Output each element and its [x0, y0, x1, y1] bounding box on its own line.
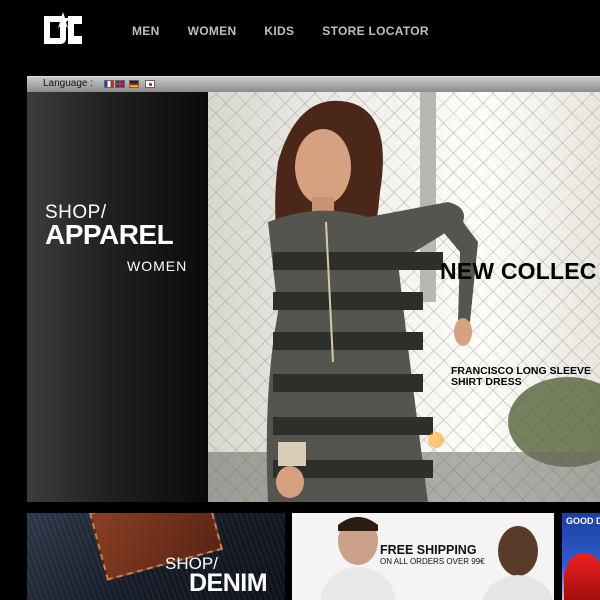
nav-item-store-locator[interactable]: STORE LOCATOR — [322, 24, 429, 38]
promo-free-shipping[interactable]: FREE SHIPPING ON ALL ORDERS OVER 99€ — [292, 513, 554, 600]
good-deals-title: GOOD D — [566, 516, 600, 526]
hero-banner[interactable]: SHOP/ APPAREL WOMEN NEW COLLEC FRANCISCO… — [27, 92, 600, 502]
promo-denim[interactable]: SHOP/ DENIM — [27, 513, 285, 600]
good-deals-graphic — [564, 553, 600, 600]
nav-item-kids[interactable]: KIDS — [264, 24, 294, 38]
hero-category-label: APPAREL — [45, 219, 174, 250]
uk-flag-icon[interactable] — [115, 80, 125, 88]
shipping-subtitle: ON ALL ORDERS OVER 99€ — [380, 557, 485, 566]
france-flag-icon[interactable] — [104, 80, 114, 88]
page: MEN WOMEN KIDS STORE LOCATOR Language : … — [0, 0, 600, 600]
hero-side-panel: SHOP/ APPAREL WOMEN — [27, 92, 208, 502]
hero-segment-label: WOMEN — [127, 258, 188, 274]
nav-item-men[interactable]: MEN — [132, 24, 160, 38]
hero-headline: NEW COLLEC — [440, 258, 597, 284]
dc-logo-icon — [44, 12, 82, 44]
hero-product-line2: SHIRT DRESS — [451, 376, 522, 388]
promo-good-deals[interactable]: GOOD D — [562, 513, 600, 600]
hero-photo — [208, 92, 600, 502]
model-photo — [208, 92, 600, 502]
germany-flag-icon[interactable] — [129, 80, 139, 88]
language-label: Language : — [43, 78, 94, 89]
japan-flag-icon[interactable] — [145, 80, 155, 88]
nav-item-women[interactable]: WOMEN — [188, 24, 237, 38]
shipping-title: FREE SHIPPING — [380, 543, 477, 557]
main-nav: MEN WOMEN KIDS STORE LOCATOR — [120, 24, 457, 38]
shipping-person-right-photo — [482, 526, 554, 600]
dc-logo[interactable] — [42, 12, 84, 48]
hero-product-name: FRANCISCO LONG SLEEVE SHIRT DRESS — [451, 366, 600, 388]
denim-title: DENIM — [189, 569, 268, 597]
language-bar: Language : — [27, 76, 600, 92]
